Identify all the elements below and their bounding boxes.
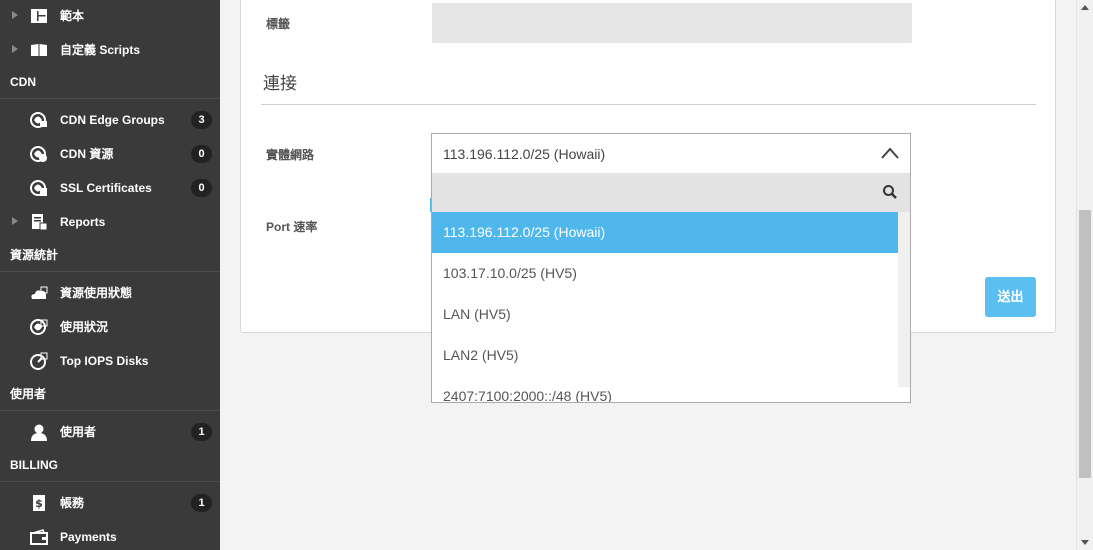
sidebar-item-templates[interactable]: 範本 xyxy=(0,0,220,33)
dropdown-option[interactable]: 2407:7100:2000::/48 (HV5) xyxy=(432,376,898,402)
count-badge: 0 xyxy=(191,145,212,163)
sidebar-item-resource-usage[interactable]: 資源使用狀態 xyxy=(0,276,220,310)
chevron-up-icon[interactable] xyxy=(880,146,900,160)
sidebar-section-cdn: CDN xyxy=(0,66,220,99)
dropdown-scrollbar[interactable] xyxy=(898,212,910,387)
cdn-resource-icon xyxy=(30,146,47,162)
sidebar-item-label: 自定義 Scripts xyxy=(60,43,141,57)
expand-arrow-icon[interactable] xyxy=(12,217,18,225)
sidebar-item-label: 使用者 xyxy=(60,425,97,439)
sidebar-item-label: Top IOPS Disks xyxy=(60,354,149,368)
scroll-down-icon[interactable] xyxy=(1081,540,1089,545)
billing-icon: $ xyxy=(33,495,45,511)
sidebar-item-payments[interactable]: Payments xyxy=(0,520,220,550)
ssl-cert-icon xyxy=(30,180,47,196)
count-badge: 3 xyxy=(191,111,212,129)
dropdown-option[interactable]: LAN2 (HV5) xyxy=(432,335,898,376)
count-badge: 0 xyxy=(191,179,212,197)
expand-arrow-icon[interactable] xyxy=(12,11,18,19)
sidebar-item-label: 使用狀況 xyxy=(60,320,109,334)
count-badge: 1 xyxy=(191,423,212,441)
section-divider xyxy=(261,104,1036,105)
dropdown-option[interactable]: 103.17.10.0/25 (HV5) xyxy=(432,253,898,294)
cloud-chart-icon xyxy=(31,286,48,299)
search-icon[interactable] xyxy=(882,184,898,200)
network-label: 實體網路 xyxy=(266,148,315,162)
sidebar-section-resource-stats: 資源統計 xyxy=(0,239,220,272)
sidebar-item-usage[interactable]: 使用狀況 xyxy=(0,310,220,344)
user-icon xyxy=(31,424,47,441)
sidebar-item-billing[interactable]: $ 帳務 1 xyxy=(0,486,220,520)
dropdown-option[interactable]: LAN (HV5) xyxy=(432,294,898,335)
label-input[interactable] xyxy=(432,3,912,43)
sidebar-item-reports[interactable]: Reports xyxy=(0,205,220,239)
sidebar-item-top-iops-disks[interactable]: Top IOPS Disks xyxy=(0,344,220,378)
network-dropdown: 113.196.112.0/25 (Howaii) 103.17.10.0/25… xyxy=(431,173,911,403)
sidebar-item-cdn-edge-groups[interactable]: CDN Edge Groups 3 xyxy=(0,103,220,137)
network-selected-value: 113.196.112.0/25 (Howaii) xyxy=(443,146,606,162)
svg-text:$: $ xyxy=(35,497,43,510)
sidebar-item-cdn-resources[interactable]: CDN 資源 0 xyxy=(0,137,220,171)
template-icon xyxy=(31,9,47,23)
sidebar-item-label: 資源使用狀態 xyxy=(60,286,133,300)
dropdown-option[interactable]: 113.196.112.0/25 (Howaii) xyxy=(432,212,898,253)
scrollbar-thumb[interactable] xyxy=(1079,210,1091,478)
network-select[interactable]: 113.196.112.0/25 (Howaii) xyxy=(431,133,911,173)
dropdown-options: 113.196.112.0/25 (Howaii) 103.17.10.0/25… xyxy=(432,212,898,402)
sidebar: 範本 自定義 Scripts CDN CDN Edge Groups 3 CDN… xyxy=(0,0,220,550)
sidebar-item-label: Reports xyxy=(60,215,106,229)
sidebar-item-label: SSL Certificates xyxy=(60,181,152,195)
submit-button[interactable]: 送出 xyxy=(985,277,1036,317)
wallet-icon xyxy=(30,529,48,545)
usage-chart-icon xyxy=(30,319,48,335)
section-title: 連接 xyxy=(263,74,297,93)
sidebar-section-billing: BILLING xyxy=(0,449,220,482)
dropdown-search xyxy=(432,173,910,212)
page-scrollbar[interactable] xyxy=(1076,0,1093,550)
expand-arrow-icon[interactable] xyxy=(12,45,18,53)
sidebar-item-label: Payments xyxy=(60,530,117,544)
sidebar-item-custom-scripts[interactable]: 自定義 Scripts xyxy=(0,33,220,67)
label-field-label: 標籤 xyxy=(266,17,291,31)
dropdown-search-input[interactable] xyxy=(432,173,872,212)
sidebar-section-users: 使用者 xyxy=(0,378,220,411)
sidebar-item-label: 範本 xyxy=(60,9,85,23)
reports-icon xyxy=(32,214,48,231)
book-icon xyxy=(31,44,47,56)
sidebar-item-label: CDN 資源 xyxy=(60,147,114,161)
port-speed-label: Port 速率 xyxy=(266,220,318,234)
sidebar-item-ssl-certificates[interactable]: SSL Certificates 0 xyxy=(0,171,220,205)
cdn-cloud-icon xyxy=(30,112,47,128)
disk-gauge-icon xyxy=(30,352,48,370)
sidebar-item-users[interactable]: 使用者 1 xyxy=(0,415,220,449)
sidebar-item-label: 帳務 xyxy=(60,496,85,510)
scroll-up-icon[interactable] xyxy=(1081,5,1089,10)
sidebar-item-label: CDN Edge Groups xyxy=(60,113,165,127)
count-badge: 1 xyxy=(191,494,212,512)
